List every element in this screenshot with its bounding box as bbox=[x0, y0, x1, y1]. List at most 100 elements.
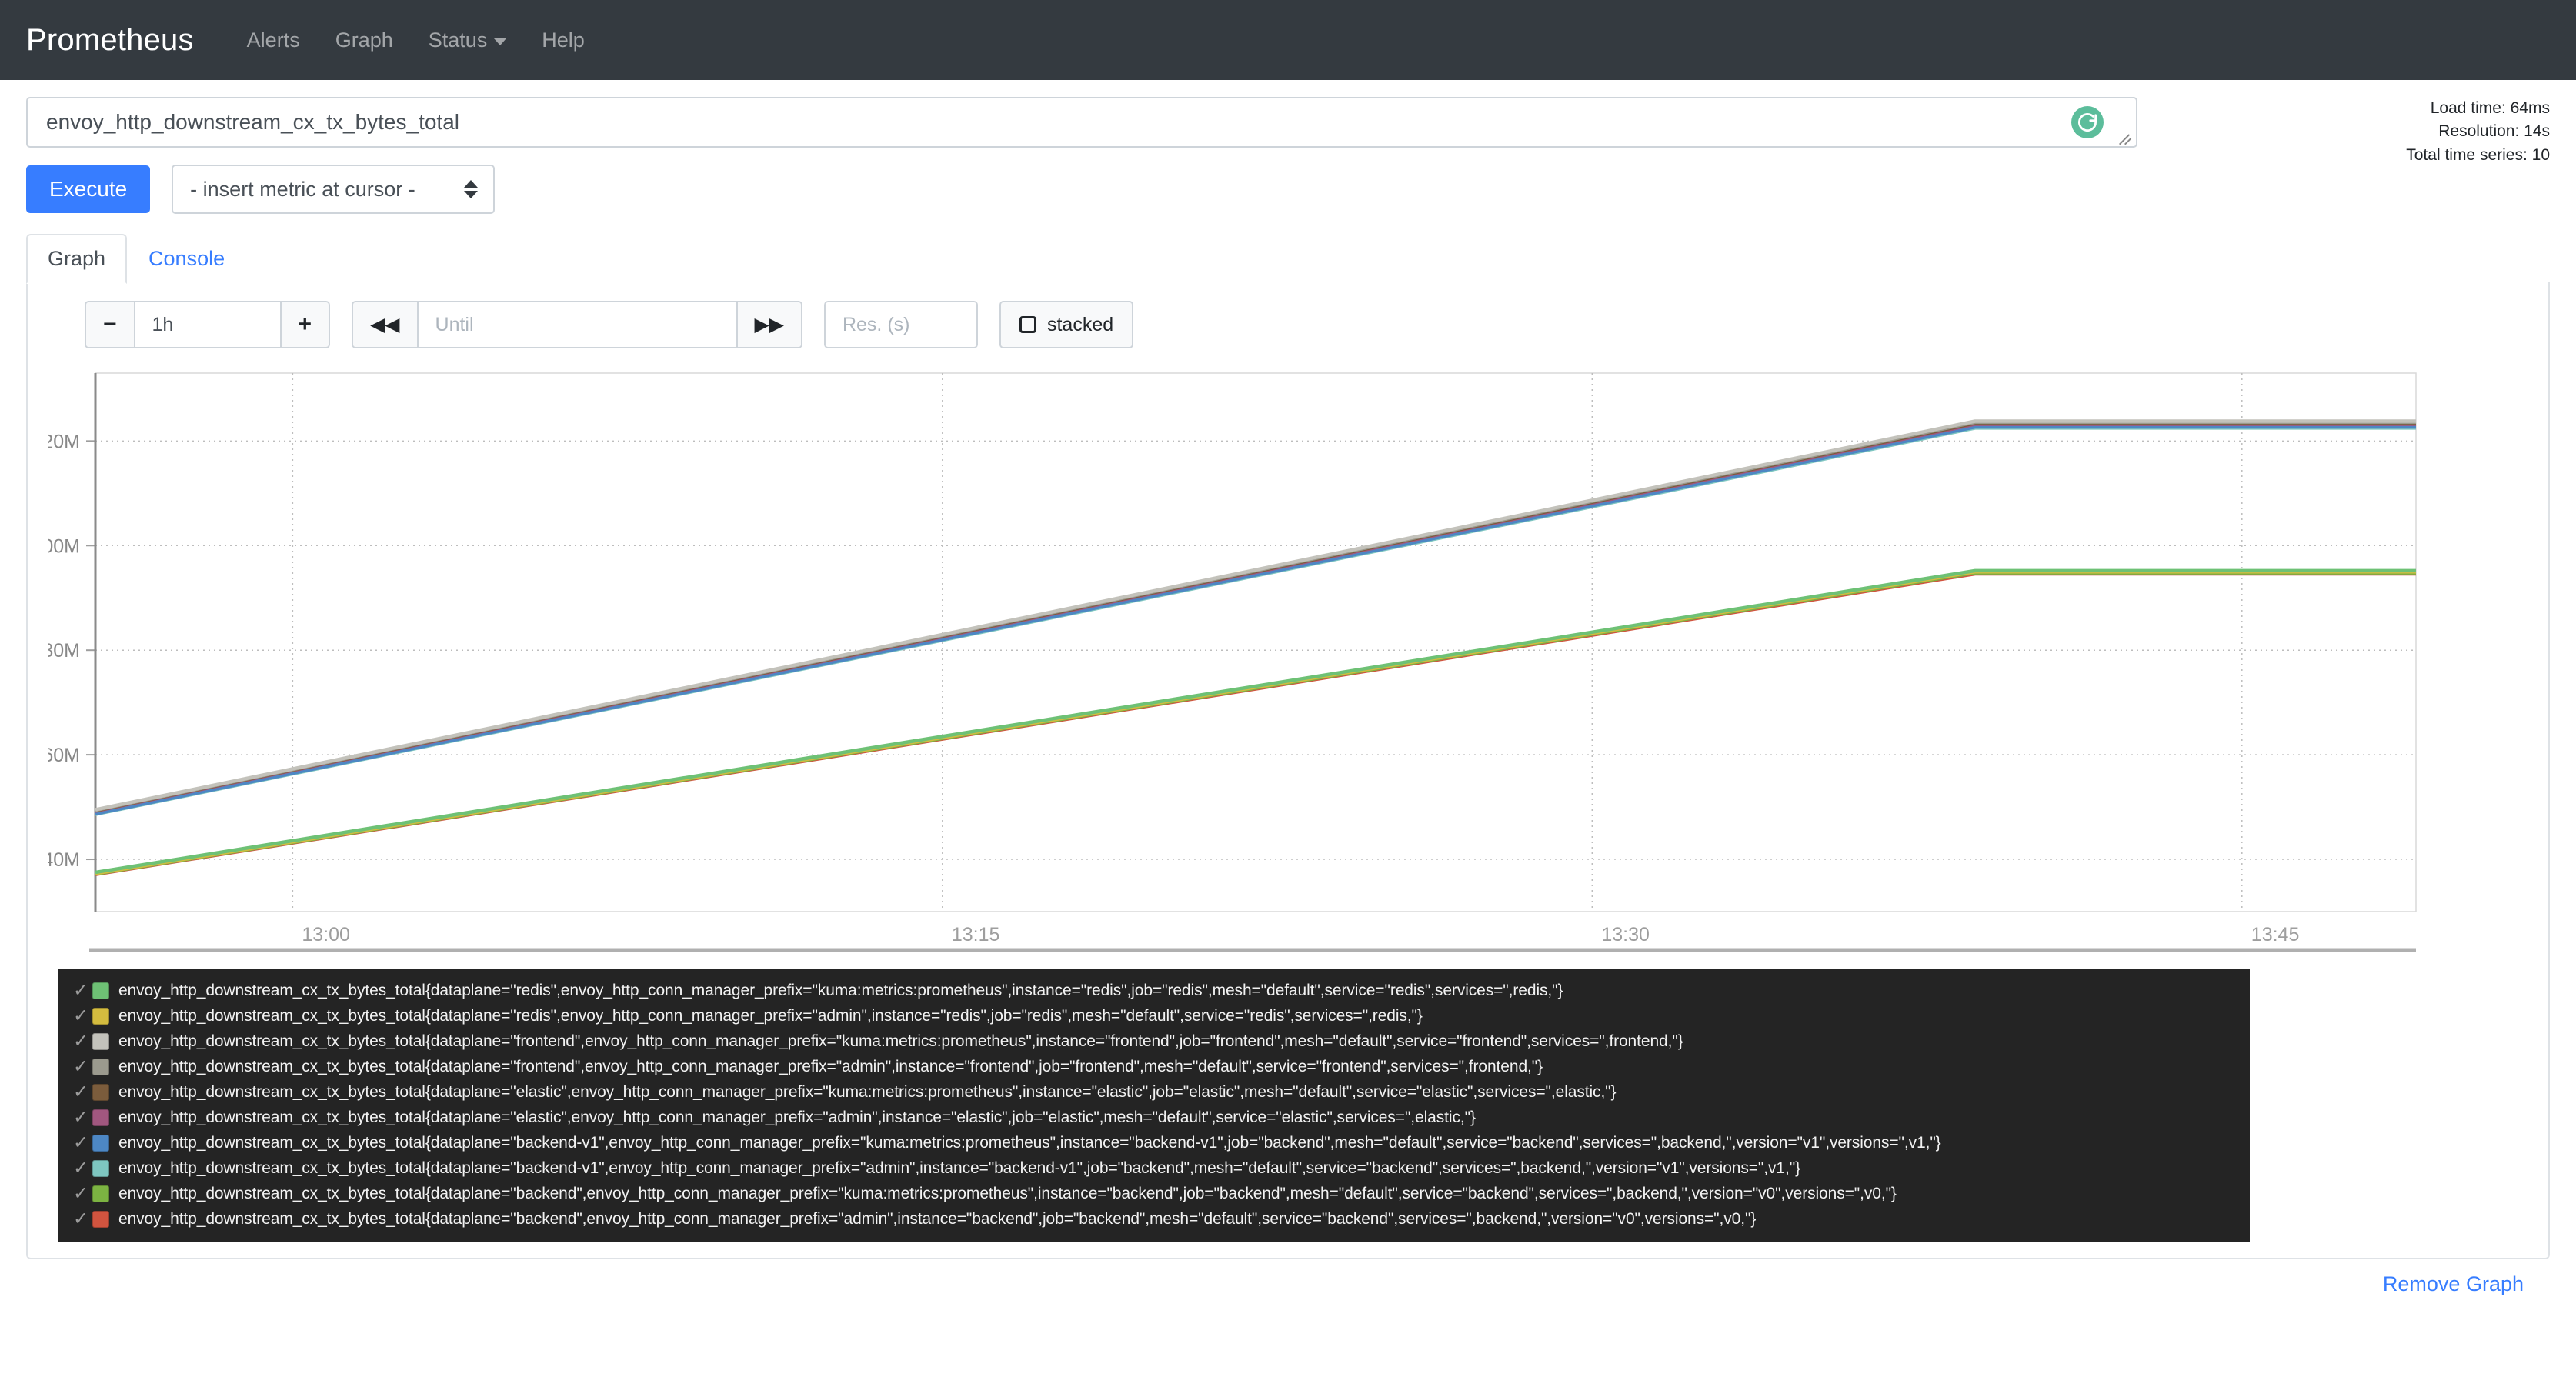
range-increase-label: + bbox=[298, 312, 312, 337]
legend-item[interactable]: ✓ envoy_http_downstream_cx_tx_bytes_total… bbox=[58, 1003, 2250, 1029]
legend-series-label: envoy_http_downstream_cx_tx_bytes_total{… bbox=[118, 1159, 1800, 1177]
tab-graph[interactable]: Graph bbox=[26, 234, 128, 284]
step-backward-icon[interactable]: ◀◀ bbox=[352, 301, 419, 348]
svg-text:100M: 100M bbox=[48, 535, 80, 557]
query-controls: Execute - insert metric at cursor - bbox=[26, 165, 2550, 214]
nav-link-graph[interactable]: Graph bbox=[318, 28, 411, 52]
legend-color-swatch bbox=[92, 982, 109, 999]
load-time-text: Load time: 64ms bbox=[2430, 99, 2550, 117]
legend-checkmark-icon[interactable]: ✓ bbox=[69, 1082, 92, 1102]
legend-color-swatch bbox=[92, 1032, 109, 1050]
nav-link-graph-label: Graph bbox=[335, 28, 393, 52]
top-navbar: Prometheus Alerts Graph Status Help bbox=[0, 0, 2576, 80]
legend-series-label: envoy_http_downstream_cx_tx_bytes_total{… bbox=[118, 1032, 1683, 1050]
legend-checkmark-icon[interactable]: ✓ bbox=[69, 1006, 92, 1025]
legend-checkmark-icon[interactable]: ✓ bbox=[69, 1184, 92, 1203]
legend-checkmark-icon[interactable]: ✓ bbox=[69, 1133, 92, 1152]
insert-metric-select-value: - insert metric at cursor - bbox=[190, 177, 415, 201]
resolution-input[interactable]: Res. (s) bbox=[823, 301, 978, 348]
svg-text:120M: 120M bbox=[48, 431, 80, 452]
chevron-updown-icon bbox=[464, 180, 479, 198]
checkbox-icon bbox=[1019, 316, 1036, 333]
stacked-label: stacked bbox=[1046, 313, 1114, 335]
tab-console[interactable]: Console bbox=[127, 234, 246, 284]
query-row: envoy_http_downstream_cx_tx_bytes_total bbox=[26, 80, 2550, 148]
legend-color-swatch bbox=[92, 1185, 109, 1202]
nav-link-help[interactable]: Help bbox=[524, 28, 602, 52]
range-input[interactable]: 1h bbox=[135, 301, 282, 348]
panel-footer: Remove Graph bbox=[26, 1259, 2550, 1302]
svg-text:13:00: 13:00 bbox=[302, 924, 350, 945]
nav-link-status-label: Status bbox=[428, 28, 488, 52]
legend-item[interactable]: ✓ envoy_http_downstream_cx_tx_bytes_total… bbox=[58, 1029, 2250, 1054]
until-input[interactable]: Until bbox=[418, 301, 738, 348]
legend-item[interactable]: ✓ envoy_http_downstream_cx_tx_bytes_total… bbox=[58, 1130, 2250, 1155]
svg-text:13:45: 13:45 bbox=[2251, 924, 2300, 945]
svg-text:13:15: 13:15 bbox=[952, 924, 1000, 945]
svg-text:60M: 60M bbox=[48, 745, 80, 766]
legend-checkmark-icon[interactable]: ✓ bbox=[69, 1209, 92, 1229]
total-series-text: Total time series: 10 bbox=[2406, 145, 2550, 164]
legend-item[interactable]: ✓ envoy_http_downstream_cx_tx_bytes_total… bbox=[58, 1181, 2250, 1206]
chart-legend: ✓ envoy_http_downstream_cx_tx_bytes_total… bbox=[58, 969, 2250, 1242]
range-decrease-label: − bbox=[103, 312, 117, 337]
legend-checkmark-icon[interactable]: ✓ bbox=[69, 1057, 92, 1076]
legend-series-label: envoy_http_downstream_cx_tx_bytes_total{… bbox=[118, 1082, 1617, 1101]
step-backward-label: ◀◀ bbox=[370, 314, 400, 335]
legend-color-swatch bbox=[92, 1007, 109, 1025]
legend-color-swatch bbox=[92, 1210, 109, 1228]
legend-series-label: envoy_http_downstream_cx_tx_bytes_total{… bbox=[118, 1209, 1757, 1228]
stacked-toggle[interactable]: stacked bbox=[999, 301, 1134, 348]
textarea-resize-handle[interactable] bbox=[2117, 128, 2134, 145]
svg-text:80M: 80M bbox=[48, 640, 80, 662]
insert-metric-select[interactable]: - insert metric at cursor - bbox=[172, 165, 496, 214]
legend-series-label: envoy_http_downstream_cx_tx_bytes_total{… bbox=[118, 1133, 1941, 1152]
app-brand[interactable]: Prometheus bbox=[26, 23, 194, 58]
legend-item[interactable]: ✓ envoy_http_downstream_cx_tx_bytes_total… bbox=[58, 1105, 2250, 1130]
nav-link-help-label: Help bbox=[542, 28, 585, 52]
remove-graph-link[interactable]: Remove Graph bbox=[2383, 1272, 2524, 1296]
legend-color-swatch bbox=[92, 1058, 109, 1075]
query-stats: Load time: 64ms Resolution: 14s Total ti… bbox=[2406, 97, 2550, 167]
legend-color-swatch bbox=[92, 1134, 109, 1152]
result-tabs: Graph Console bbox=[26, 234, 2550, 284]
nav-link-alerts-label: Alerts bbox=[246, 28, 300, 52]
legend-item[interactable]: ✓ envoy_http_downstream_cx_tx_bytes_total… bbox=[58, 1206, 2250, 1232]
legend-item[interactable]: ✓ envoy_http_downstream_cx_tx_bytes_total… bbox=[58, 1054, 2250, 1079]
timeseries-chart[interactable]: 40M 60M 80M 100M 120M 13:00 13:15 13:30 13:45 bbox=[48, 367, 2418, 959]
legend-item[interactable]: ✓ envoy_http_downstream_cx_tx_bytes_total… bbox=[58, 1079, 2250, 1105]
legend-checkmark-icon[interactable]: ✓ bbox=[69, 1108, 92, 1127]
resolution-group: Res. (s) bbox=[823, 301, 978, 348]
resolution-text: Resolution: 14s bbox=[2438, 122, 2550, 141]
legend-series-label: envoy_http_downstream_cx_tx_bytes_total{… bbox=[118, 981, 1563, 999]
nav-link-alerts[interactable]: Alerts bbox=[229, 28, 318, 52]
range-group: − 1h + bbox=[85, 301, 331, 348]
range-increase-button[interactable]: + bbox=[281, 301, 331, 348]
legend-series-label: envoy_http_downstream_cx_tx_bytes_total{… bbox=[118, 1057, 1543, 1075]
time-group: ◀◀ Until ▶▶ bbox=[352, 301, 802, 348]
legend-checkmark-icon[interactable]: ✓ bbox=[69, 981, 92, 1000]
page-container: Load time: 64ms Resolution: 14s Total ti… bbox=[0, 80, 2576, 1302]
chart-area: 40M 60M 80M 100M 120M 13:00 13:15 13:30 13:45 bbox=[48, 367, 2528, 959]
svg-text:13:30: 13:30 bbox=[1601, 924, 1650, 945]
refresh-circle-icon[interactable] bbox=[2071, 106, 2104, 138]
legend-color-swatch bbox=[92, 1159, 109, 1177]
legend-series-label: envoy_http_downstream_cx_tx_bytes_total{… bbox=[118, 1108, 1476, 1126]
legend-series-label: envoy_http_downstream_cx_tx_bytes_total{… bbox=[118, 1006, 1423, 1025]
svg-text:40M: 40M bbox=[48, 849, 80, 871]
step-forward-icon[interactable]: ▶▶ bbox=[737, 301, 802, 348]
query-input[interactable]: envoy_http_downstream_cx_tx_bytes_total bbox=[26, 97, 2137, 148]
legend-checkmark-icon[interactable]: ✓ bbox=[69, 1032, 92, 1051]
legend-color-swatch bbox=[92, 1083, 109, 1101]
nav-link-status[interactable]: Status bbox=[411, 28, 525, 52]
execute-button[interactable]: Execute bbox=[26, 165, 151, 213]
graph-toolbar: − 1h + ◀◀ Until ▶▶ Res. (s) stacked bbox=[48, 301, 2528, 348]
legend-item[interactable]: ✓ envoy_http_downstream_cx_tx_bytes_total… bbox=[58, 978, 2250, 1003]
step-forward-label: ▶▶ bbox=[754, 314, 784, 335]
legend-color-swatch bbox=[92, 1109, 109, 1126]
legend-item[interactable]: ✓ envoy_http_downstream_cx_tx_bytes_total… bbox=[58, 1155, 2250, 1181]
legend-series-label: envoy_http_downstream_cx_tx_bytes_total{… bbox=[118, 1184, 1897, 1202]
query-expression-text: envoy_http_downstream_cx_tx_bytes_total bbox=[46, 110, 459, 134]
legend-checkmark-icon[interactable]: ✓ bbox=[69, 1159, 92, 1178]
range-decrease-button[interactable]: − bbox=[85, 301, 135, 348]
